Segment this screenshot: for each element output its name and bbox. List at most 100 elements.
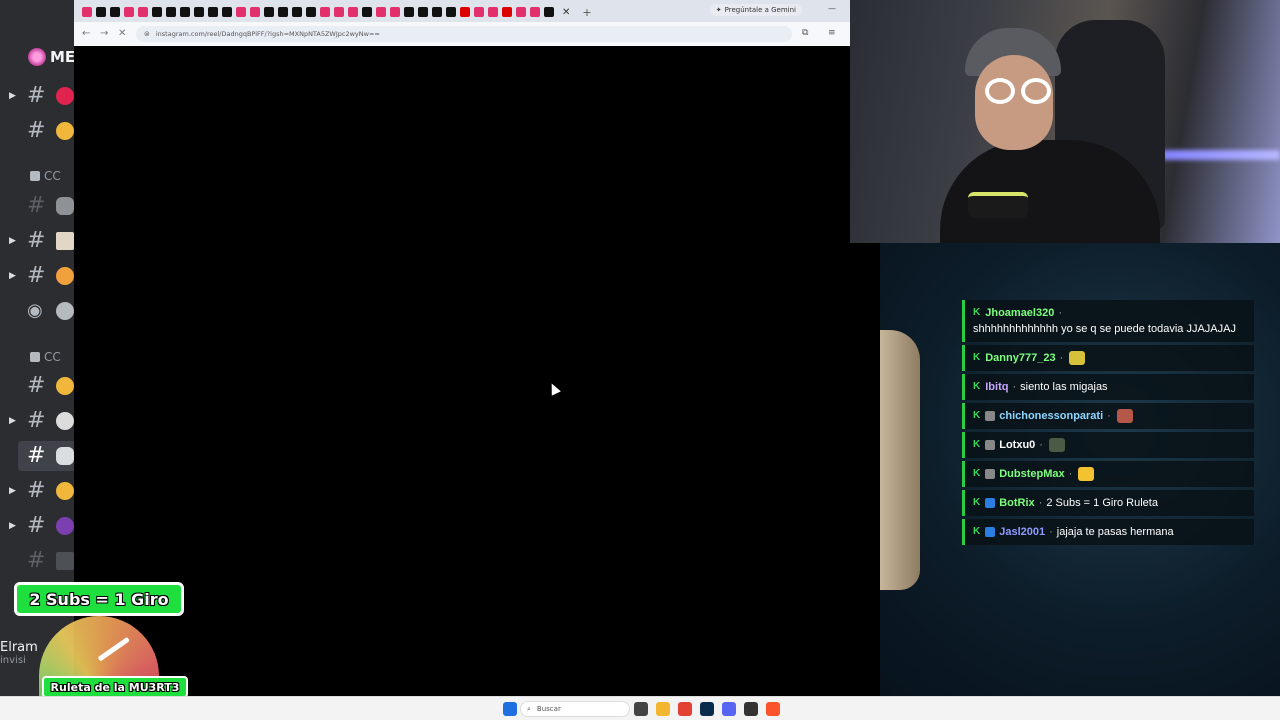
browser-tab[interactable]	[418, 7, 428, 17]
brave-icon[interactable]	[766, 702, 780, 716]
channel-item[interactable]: #	[0, 116, 76, 146]
category-icon	[30, 171, 40, 181]
browser-tab[interactable]	[446, 7, 456, 17]
chat-message: K Lotxu0 ·	[962, 432, 1254, 458]
windows-start-icon[interactable]	[503, 702, 517, 716]
channel-item[interactable]: ▶ #	[0, 406, 76, 436]
browser-tab[interactable]	[404, 7, 414, 17]
browser-tab[interactable]	[362, 7, 372, 17]
sunglasses-emoji-icon	[56, 377, 74, 395]
browser-tab[interactable]	[488, 7, 498, 17]
window-controls[interactable]: —	[828, 4, 844, 13]
channel-item[interactable]: ▶ #	[0, 261, 76, 291]
browser-tab[interactable]	[110, 7, 120, 17]
browser-tab[interactable]	[544, 7, 554, 17]
chat-emote-icon	[1078, 467, 1095, 481]
channel-item[interactable]: #	[0, 546, 76, 576]
channel-item[interactable]: #	[0, 371, 76, 401]
file-explorer-icon[interactable]	[656, 702, 670, 716]
address-bar[interactable]: ⊜ instagram.com/reel/DadngqBPiFF/?igsh=M…	[136, 26, 792, 42]
close-tab-icon[interactable]: ✕	[562, 7, 570, 18]
face-emoji-icon	[56, 482, 74, 500]
kick-badge-icon: K	[973, 439, 981, 450]
chevron-right-icon: ▶	[9, 236, 16, 246]
obs-icon[interactable]	[744, 702, 758, 716]
new-tab-button[interactable]: +	[582, 6, 591, 19]
chat-separator: ·	[1012, 381, 1017, 393]
photoshop-icon[interactable]	[700, 702, 714, 716]
browser-tab[interactable]	[152, 7, 162, 17]
channel-item-active[interactable]: #	[18, 441, 76, 471]
browser-tab[interactable]	[278, 7, 288, 17]
site-info-icon: ⊜	[144, 30, 150, 38]
chat-separator: ·	[1059, 352, 1064, 364]
chat-text: jajaja te pasas hermana	[1056, 526, 1174, 538]
forward-arrow-icon[interactable]: →	[100, 28, 108, 39]
mouse-cursor-icon	[547, 381, 561, 396]
skull-emoji-icon	[56, 412, 74, 430]
browser-tab[interactable]	[166, 7, 176, 17]
menu-icon[interactable]: ≡	[828, 28, 836, 38]
hash-icon: #	[27, 193, 46, 218]
install-app-icon[interactable]: ⧉	[802, 28, 808, 38]
browser-tab[interactable]	[460, 7, 470, 17]
stop-loading-icon[interactable]: ✕	[118, 28, 126, 39]
channel-item[interactable]: ▶ #	[0, 511, 76, 541]
browser-tab[interactable]	[124, 7, 134, 17]
chat-message: K Jasl2001 · jajaja te pasas hermana	[962, 519, 1254, 545]
gemini-button[interactable]: ✦ Pregúntale a Gemini	[709, 4, 802, 16]
kick-badge-icon: K	[973, 307, 981, 318]
hash-icon: #	[27, 83, 46, 108]
browser-tab[interactable]	[516, 7, 526, 17]
browser-tab[interactable]	[208, 7, 218, 17]
heart-icon	[56, 302, 74, 320]
task-view-icon[interactable]	[634, 702, 648, 716]
chat-separator: ·	[1068, 468, 1073, 480]
browser-tab[interactable]	[222, 7, 232, 17]
browser-tab[interactable]	[236, 7, 246, 17]
face-emoji-icon	[56, 122, 74, 140]
chat-username: Lotxu0	[999, 439, 1036, 451]
windows-taskbar: ⌕ Buscar	[0, 696, 1280, 720]
browser-tab[interactable]	[180, 7, 190, 17]
browser-tab[interactable]	[320, 7, 330, 17]
browser-tab[interactable]	[376, 7, 386, 17]
taskbar-search[interactable]: ⌕ Buscar	[520, 701, 630, 717]
browser-tab[interactable]	[390, 7, 400, 17]
browser-tab[interactable]	[194, 7, 204, 17]
channel-item[interactable]: ▶ #	[0, 81, 76, 111]
chat-username: Ibitq	[985, 381, 1009, 393]
browser-tab[interactable]	[432, 7, 442, 17]
chat-message: K Ibitq · siento las migajas	[962, 374, 1254, 400]
browser-tab[interactable]	[250, 7, 260, 17]
hash-icon: #	[27, 118, 46, 143]
chrome-icon[interactable]	[678, 702, 692, 716]
server-header[interactable]: ME	[28, 48, 75, 66]
stream-chat: K Jhoamael320 · shhhhhhhhhhhhh yo se q se p…	[962, 300, 1254, 548]
browser-tab[interactable]	[306, 7, 316, 17]
back-arrow-icon[interactable]: ←	[82, 28, 90, 39]
category-header[interactable]: CC	[30, 169, 61, 183]
chat-username: Danny777_23	[985, 352, 1056, 364]
browser-tab[interactable]	[82, 7, 92, 17]
browser-tab[interactable]	[138, 7, 148, 17]
browser-tab[interactable]	[96, 7, 106, 17]
channel-item[interactable]: ▶ #	[0, 226, 76, 256]
browser-tab[interactable]	[292, 7, 302, 17]
browser-tab[interactable]	[502, 7, 512, 17]
reel-video-area[interactable]	[74, 46, 880, 696]
discord-icon[interactable]	[722, 702, 736, 716]
browser-tab[interactable]	[264, 7, 274, 17]
channel-item[interactable]: ▶ #	[0, 476, 76, 506]
browser-tab[interactable]	[530, 7, 540, 17]
chat-text: siento las migajas	[1020, 381, 1108, 393]
category-header[interactable]: CC	[30, 350, 61, 364]
user-badge-icon	[985, 469, 996, 479]
browser-tab[interactable]	[474, 7, 484, 17]
channel-item[interactable]: #	[0, 191, 76, 221]
browser-tab[interactable]	[348, 7, 358, 17]
stage-channel-item[interactable]: ◉	[0, 296, 76, 326]
browser-tab[interactable]	[334, 7, 344, 17]
chat-text: shhhhhhhhhhhhh yo se q se puede todavia …	[973, 323, 1236, 335]
user-badge-icon	[985, 527, 996, 537]
